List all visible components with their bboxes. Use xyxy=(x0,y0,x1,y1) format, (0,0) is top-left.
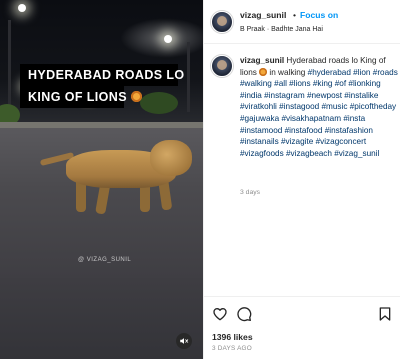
video-overlay-line-2: KING OF LIONS xyxy=(20,86,142,108)
street-lamp xyxy=(18,4,26,12)
hashtag-link[interactable]: #king xyxy=(313,79,333,88)
hashtag-link[interactable]: #insta xyxy=(343,114,365,123)
hashtag-link[interactable]: #all xyxy=(274,79,287,88)
caption-timestamp: 3 days xyxy=(240,189,261,196)
caption-username[interactable]: vizag_sunil xyxy=(240,56,284,65)
post-date: 3 DAYS AGO xyxy=(212,345,252,352)
speaker-muted-icon xyxy=(180,338,189,344)
hashtag-link[interactable]: #instalike xyxy=(344,91,378,100)
post-side-panel: vizag_sunil • Focus on B Praak · Badhte … xyxy=(203,0,400,359)
hashtag-link[interactable]: #vizagfoods xyxy=(240,149,284,158)
tree xyxy=(140,92,178,114)
street-lamp xyxy=(164,35,172,43)
hashtag-link[interactable]: #vizagbeach xyxy=(286,149,332,158)
heart-icon[interactable] xyxy=(212,306,228,322)
hashtag-link[interactable]: #instagram xyxy=(264,91,305,100)
caption-text-continued: in walking xyxy=(269,67,306,77)
video-overlay-line-1: HYDERABAD ROADS LO xyxy=(20,64,184,86)
hashtag-link[interactable]: #instafood xyxy=(285,126,323,135)
hashtag-link[interactable]: #instafashion xyxy=(325,126,373,135)
video-watermark: @ VIZAG_SUNIL xyxy=(78,257,132,263)
follow-button[interactable]: Focus on xyxy=(300,10,338,20)
sky-glow xyxy=(120,18,203,58)
hashtag-link[interactable]: #lionking xyxy=(348,79,380,88)
lion-emoji-icon xyxy=(130,91,142,102)
hashtag-link[interactable]: #instamood xyxy=(240,126,282,135)
hashtag-link[interactable]: #vizagconcert xyxy=(316,137,367,146)
post-actions: 1396 likes 3 DAYS AGO xyxy=(204,296,400,359)
hashtag-link[interactable]: #visakhapatnam xyxy=(281,114,341,123)
street-pole xyxy=(187,42,190,112)
hashtag-link[interactable]: #vizag_sunil xyxy=(334,149,379,158)
bookmark-icon[interactable] xyxy=(377,306,393,322)
mute-button[interactable] xyxy=(176,333,192,349)
avatar[interactable] xyxy=(211,11,233,33)
hashtag-link[interactable]: #music xyxy=(322,102,348,111)
audio-track-link[interactable]: B Praak · Badhte Jana Hai xyxy=(240,26,323,33)
street-pole xyxy=(8,20,11,115)
hashtag-link[interactable]: #instagood xyxy=(279,102,319,111)
hashtag-link[interactable]: #newpost xyxy=(307,91,342,100)
hashtag-link[interactable]: #of xyxy=(335,79,346,88)
comment-icon[interactable] xyxy=(236,306,252,322)
hashtag-link[interactable]: #roads xyxy=(373,68,398,77)
hashtag-link[interactable]: #viratkohli xyxy=(240,102,277,111)
hashtag-link[interactable]: #instanails xyxy=(240,137,279,146)
caption-avatar[interactable] xyxy=(211,55,233,77)
post-video[interactable]: HYDERABAD ROADS LO KING OF LIONS @ VIZAG… xyxy=(0,0,203,359)
hashtag-link[interactable]: #picoftheday xyxy=(350,102,396,111)
hashtag-link[interactable]: #lion xyxy=(353,68,370,77)
header-username[interactable]: vizag_sunil xyxy=(240,10,286,20)
hashtag-list: #hyderabad #lion #roads #walking #all #l… xyxy=(240,68,398,158)
hashtag-link[interactable]: #gajuwaka xyxy=(240,114,279,123)
instagram-post-window: HYDERABAD ROADS LO KING OF LIONS @ VIZAG… xyxy=(0,0,400,359)
likes-count[interactable]: 1396 likes xyxy=(212,332,253,342)
header-separator: • xyxy=(293,10,297,20)
post-header: vizag_sunil • Focus on B Praak · Badhte … xyxy=(204,0,400,44)
hashtag-link[interactable]: #walking xyxy=(240,79,272,88)
post-caption: vizag_sunil Hyderabad roads lo King of l… xyxy=(240,55,398,159)
lion-emoji-icon xyxy=(259,67,268,76)
hashtag-link[interactable]: #vizagite xyxy=(281,137,313,146)
hashtag-link[interactable]: #lions xyxy=(289,79,310,88)
lion-head xyxy=(150,140,192,176)
hashtag-link[interactable]: #india xyxy=(240,91,262,100)
hashtag-link[interactable]: #hyderabad xyxy=(308,68,351,77)
